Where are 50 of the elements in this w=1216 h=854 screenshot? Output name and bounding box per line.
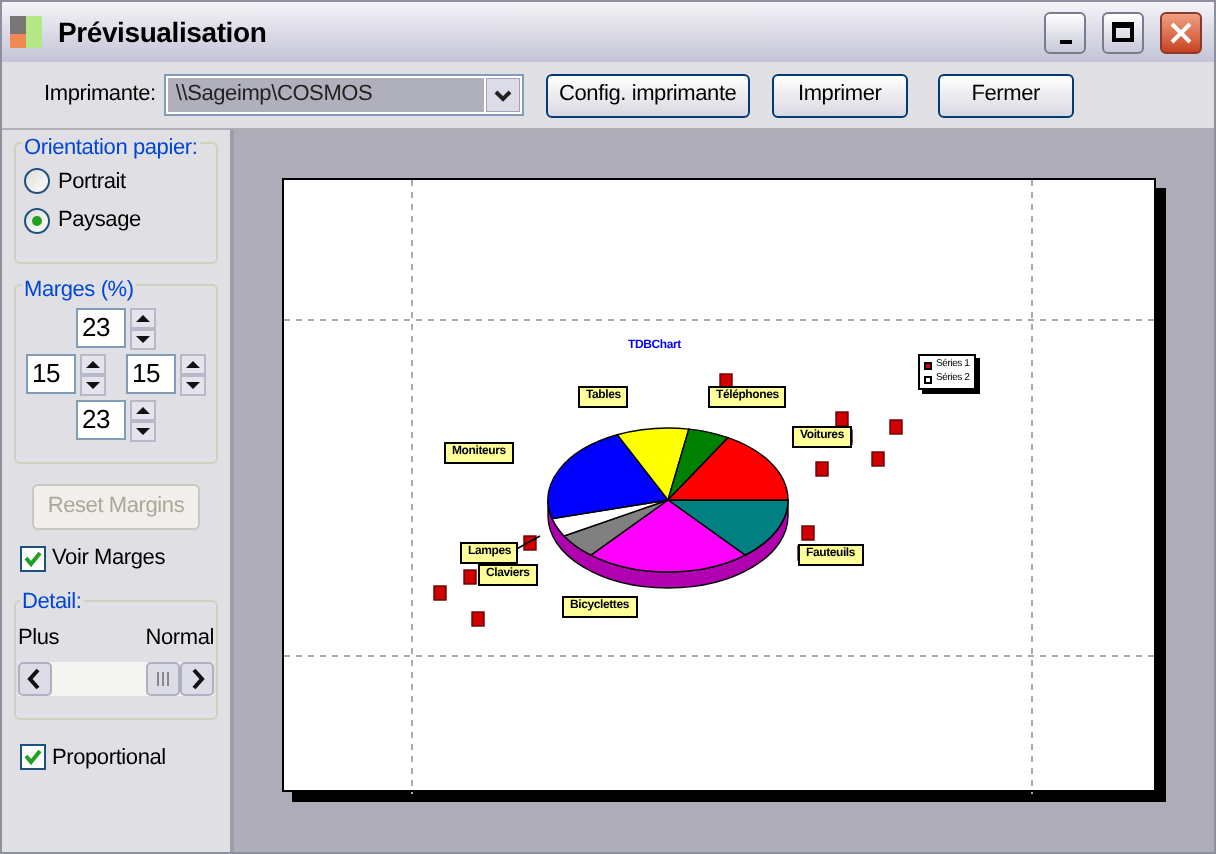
radio-label: Paysage — [58, 206, 141, 236]
scroll-right-icon[interactable] — [180, 661, 214, 695]
group-title: Marges (%) — [22, 274, 136, 307]
data-point-marker — [463, 569, 477, 585]
checkbox-label: Voir Marges — [52, 544, 165, 574]
maximize-button[interactable] — [1102, 11, 1144, 53]
checkbox[interactable] — [20, 545, 46, 572]
data-point-marker — [815, 461, 829, 477]
data-point-marker — [523, 535, 537, 551]
scroll-thumb[interactable] — [146, 661, 180, 695]
toolbar-button[interactable]: Fermer — [937, 73, 1074, 117]
spinner-icon[interactable] — [130, 399, 156, 441]
data-point-marker — [835, 411, 849, 427]
checkbox[interactable] — [20, 744, 46, 771]
data-point-marker — [871, 451, 885, 467]
legend-swatch — [924, 361, 932, 369]
toolbar-button[interactable]: Config. imprimante — [545, 73, 750, 117]
margin-field[interactable]: 23 — [76, 400, 126, 440]
data-point-marker — [471, 611, 485, 627]
group-title: Orientation papier: — [22, 132, 200, 165]
detail-scrollbar[interactable] — [18, 661, 214, 695]
minimize-icon — [1059, 39, 1071, 43]
margin-field[interactable]: 15 — [26, 354, 76, 394]
window-title: Prévisualisation — [58, 13, 269, 51]
data-point-marker — [889, 419, 903, 435]
toolbar-button[interactable]: Imprimer — [771, 73, 908, 117]
spinner-icon[interactable] — [180, 353, 206, 395]
legend-swatch — [924, 375, 932, 383]
dropdown-value: \\Sageimp\COSMOS — [167, 78, 484, 112]
printer-label: Imprimante: — [44, 80, 156, 111]
margin-field[interactable]: 23 — [76, 308, 126, 348]
printer-dropdown[interactable]: \\Sageimp\COSMOS — [163, 74, 524, 116]
spinner-icon[interactable] — [130, 307, 156, 349]
spinner-icon[interactable] — [80, 353, 106, 395]
checkbox-label: Proportional — [52, 743, 166, 773]
radio-label: Portrait — [58, 167, 126, 197]
data-point-marker — [801, 525, 815, 541]
dropdown-arrow-icon — [485, 78, 520, 112]
radio-button[interactable] — [24, 207, 50, 234]
margin-field[interactable]: 15 — [126, 354, 176, 394]
maximize-icon — [1112, 22, 1134, 42]
close-button[interactable] — [1160, 11, 1202, 53]
app-icon — [10, 16, 42, 48]
close-icon — [1170, 21, 1192, 43]
minimize-button[interactable] — [1044, 11, 1086, 53]
slider-label: Plus — [18, 624, 60, 654]
data-point-marker — [433, 585, 447, 601]
radio-button[interactable] — [24, 168, 50, 195]
slider-label: Normal — [145, 624, 214, 654]
scroll-left-icon[interactable] — [18, 661, 52, 695]
